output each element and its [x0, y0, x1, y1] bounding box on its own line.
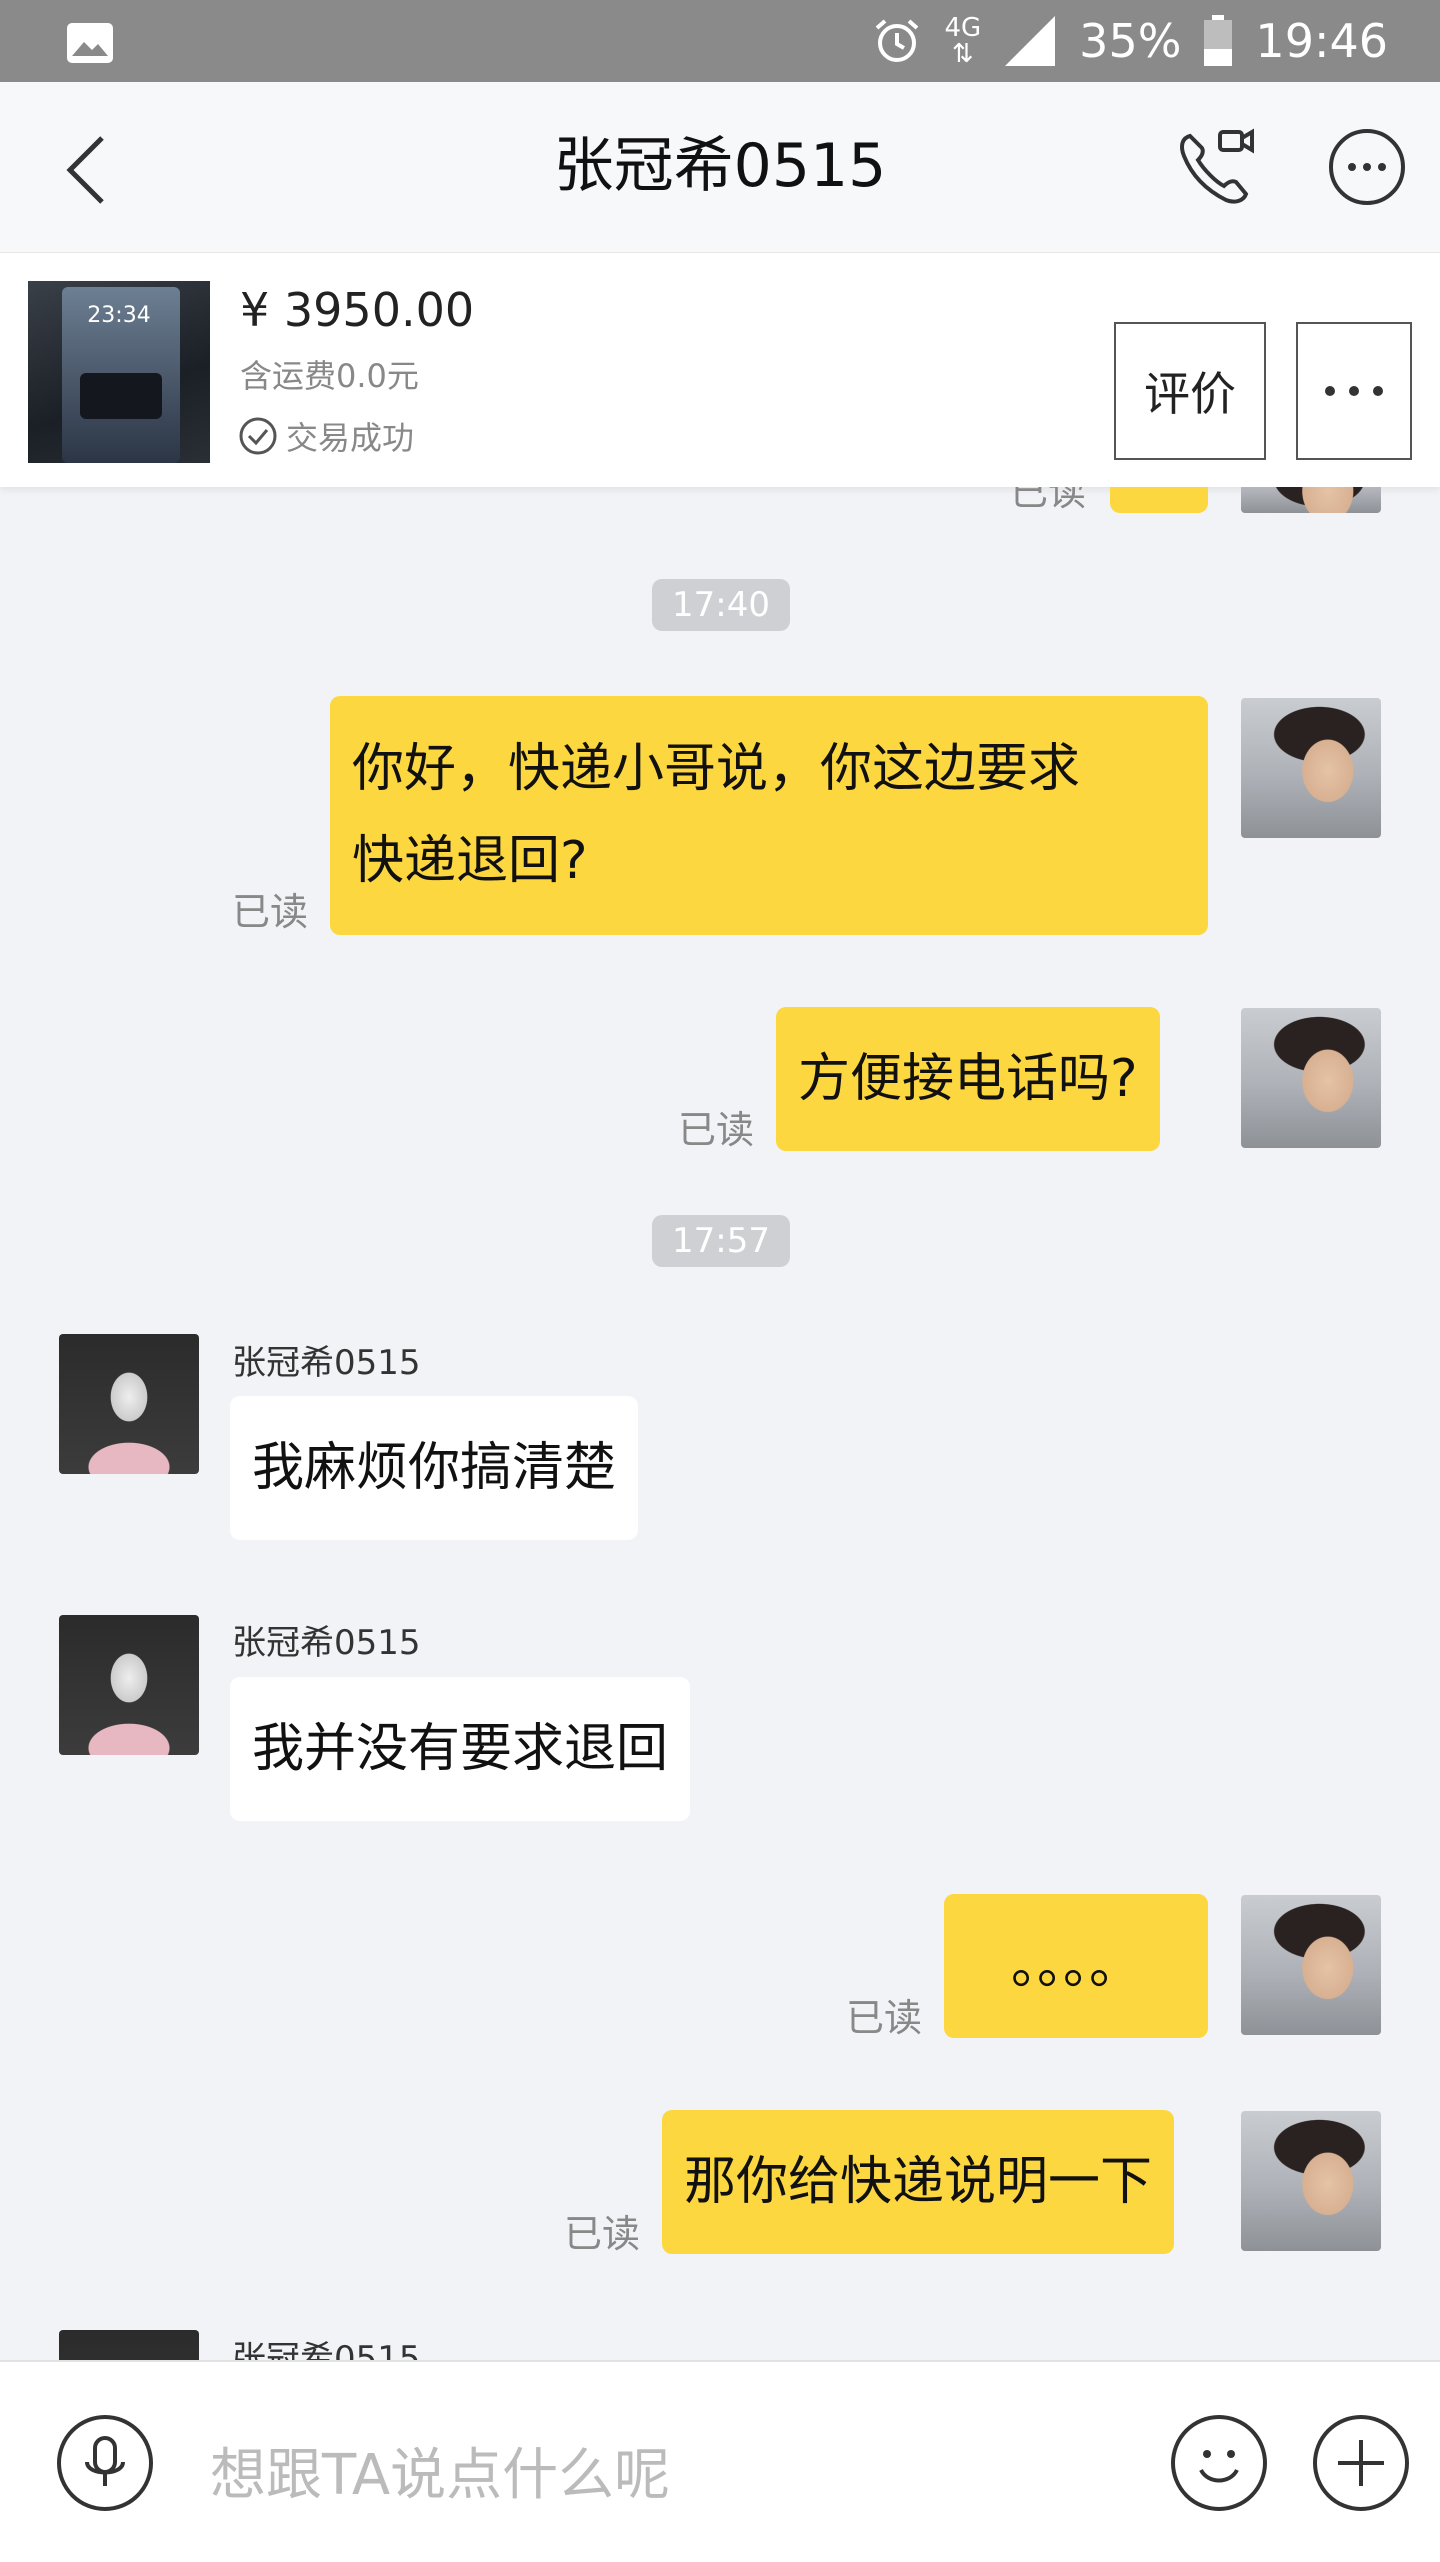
thumb-clock: 23:34 [87, 303, 151, 328]
my-avatar[interactable] [1241, 2111, 1381, 2251]
signal-icon [1005, 16, 1056, 66]
status-bar: 4G ⇅ 35% 19:46 [0, 0, 1440, 82]
call-video-icon[interactable] [1176, 126, 1258, 208]
read-receipt: 已读 [232, 890, 309, 934]
my-avatar[interactable] [1241, 1895, 1381, 2035]
network-indicator: 4G ⇅ [944, 15, 981, 67]
read-receipt: 已读 [846, 1996, 923, 2040]
clock-time: 19:46 [1255, 14, 1388, 68]
contact-avatar[interactable] [59, 1334, 199, 1474]
read-receipt: 已读 [678, 1108, 755, 1152]
chat-list[interactable]: 已读 17:40 已读 你好，快递小哥说，你这边要求 快递退回? 已读 方便接电… [0, 487, 1440, 2360]
product-price: ¥ 3950.00 [240, 283, 475, 337]
product-thumbnail[interactable]: 23:34 [28, 281, 210, 463]
read-receipt: 已读 [1010, 487, 1087, 514]
data-arrows-icon: ⇅ [951, 39, 974, 69]
battery-icon [1204, 15, 1233, 66]
message-input[interactable]: 想跟TA说点什么呢 [210, 2430, 670, 2511]
input-bar: 想跟TA说点什么呢 [0, 2360, 1440, 2562]
partial-bubble [1110, 487, 1208, 513]
my-avatar[interactable] [1241, 698, 1381, 838]
emoji-icon[interactable] [1170, 2414, 1268, 2512]
alarm-icon [876, 19, 919, 62]
timestamp-pill: 17:57 [652, 1215, 790, 1267]
product-card[interactable]: 23:34 ¥ 3950.00 含运费0.0元 交易成功 评价 [0, 253, 1440, 487]
my-avatar[interactable] [1241, 487, 1381, 513]
sender-name: 张冠希0515 [232, 2339, 421, 2360]
product-more-button[interactable] [1296, 322, 1412, 460]
dot-icon [1325, 386, 1335, 396]
battery-percent: 35% [1079, 14, 1182, 68]
sender-name: 张冠希0515 [232, 1343, 421, 1383]
plus-icon[interactable] [1312, 2414, 1410, 2512]
more-options-icon[interactable] [1328, 128, 1406, 206]
dot-icon [1349, 386, 1359, 396]
contact-message-bubble[interactable]: 我并没有要求退回 [230, 1677, 691, 1821]
shipping-fee: 含运费0.0元 [240, 357, 419, 395]
network-type: 4G [944, 13, 982, 43]
contact-message-bubble[interactable]: 我麻烦你搞清楚 [230, 1396, 639, 1540]
timestamp-pill: 17:40 [652, 579, 790, 631]
my-message-bubble[interactable]: 你好，快递小哥说，你这边要求 快递退回? [330, 696, 1208, 935]
my-avatar[interactable] [1241, 1008, 1381, 1148]
gallery-icon [67, 23, 113, 63]
review-button[interactable]: 评价 [1114, 322, 1266, 460]
message-text-line: 你好，快递小哥说，你这边要求 [352, 739, 1081, 799]
dot-icon [1373, 386, 1383, 396]
my-message-bubble[interactable]: 方便接电话吗? [776, 1007, 1160, 1151]
my-message-bubble[interactable]: 。。。。 [944, 1894, 1208, 2038]
trade-status-label: 交易成功 [286, 419, 415, 457]
my-message-bubble[interactable]: 那你给快递说明一下 [662, 2110, 1175, 2254]
message-text-line: 快递退回? [352, 831, 588, 891]
check-circle-icon [239, 417, 277, 455]
trade-status: 交易成功 [238, 413, 414, 459]
vehicle-image [80, 373, 162, 419]
microphone-icon[interactable] [56, 2414, 154, 2512]
sender-name: 张冠希0515 [232, 1623, 421, 1663]
nav-bar: 张冠希0515 [0, 82, 1440, 253]
contact-avatar[interactable] [59, 1615, 199, 1755]
contact-avatar[interactable] [59, 2330, 199, 2360]
read-receipt: 已读 [564, 2212, 641, 2256]
